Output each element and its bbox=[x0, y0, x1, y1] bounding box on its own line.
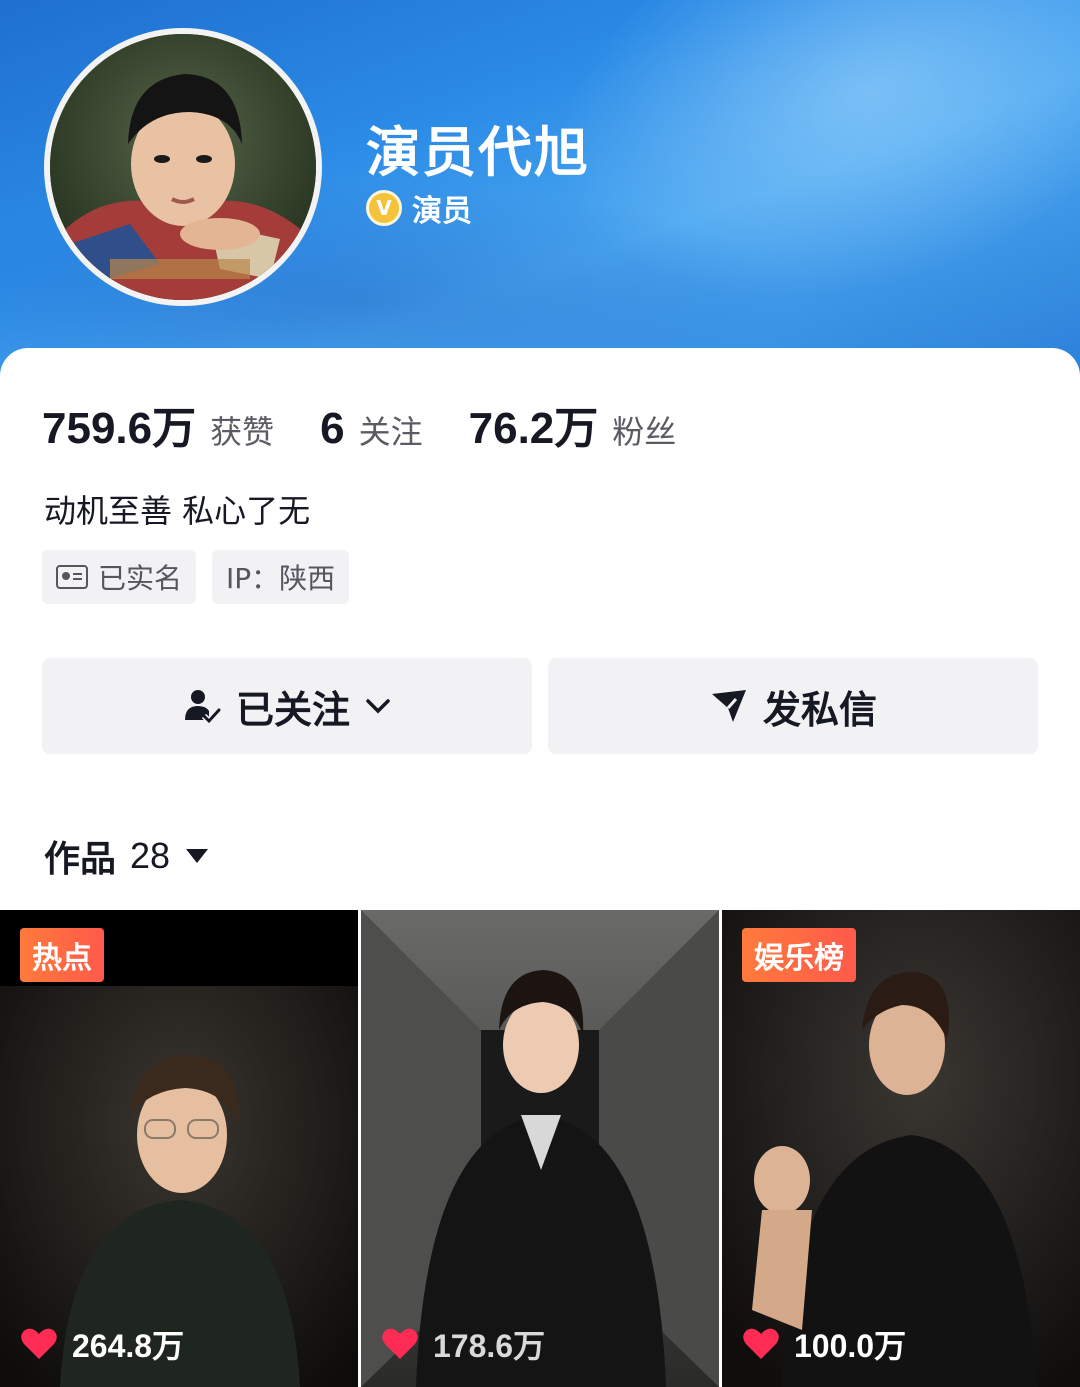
likes-label: 获赞 bbox=[210, 413, 275, 451]
video-thumbnail[interactable]: 178.6万 bbox=[361, 910, 719, 1387]
likes-count: 759.6万 bbox=[42, 404, 197, 453]
video-thumbnail[interactable]: 娱乐榜 100.0万 bbox=[722, 910, 1080, 1387]
likes-count: 100.0万 bbox=[794, 1328, 907, 1364]
likes-count: 178.6万 bbox=[433, 1328, 546, 1364]
works-label: 作品 bbox=[44, 839, 117, 880]
heart-icon bbox=[382, 1328, 418, 1359]
avatar-image bbox=[50, 34, 316, 300]
message-button[interactable]: 发私信 bbox=[548, 658, 1038, 754]
chevron-down-icon bbox=[364, 696, 392, 716]
followers-count[interactable]: 76.2万 bbox=[469, 392, 599, 456]
profile-actions: 已关注 发私信 bbox=[42, 658, 1038, 754]
real-name-tag: 已实名 bbox=[42, 550, 197, 604]
video-thumbnail[interactable]: 热点 264.8万 bbox=[0, 910, 358, 1387]
profile-bio: 动机至善 私心了无 bbox=[44, 492, 311, 530]
message-label: 发私信 bbox=[762, 687, 877, 732]
avatar[interactable] bbox=[44, 28, 322, 306]
verification: V 演员 bbox=[366, 186, 472, 230]
verify-label: 演员 bbox=[412, 194, 472, 229]
caret-down-icon bbox=[186, 849, 209, 863]
follow-label: 已关注 bbox=[235, 687, 350, 732]
likes-count: 264.8万 bbox=[72, 1328, 185, 1364]
thumbnail-image bbox=[361, 910, 719, 1387]
real-name-label: 已实名 bbox=[98, 562, 183, 595]
profile-page: 演员代旭 V 演员 759.6万 获赞 6 关注 76.2万 粉丝 动机至善 私… bbox=[0, 0, 1080, 1387]
profile-tags: 已实名 IP：陕西 bbox=[42, 550, 365, 604]
user-check-icon bbox=[182, 686, 222, 726]
followers-label[interactable]: 粉丝 bbox=[612, 407, 676, 453]
hot-badge: 热点 bbox=[20, 928, 104, 982]
heart-icon bbox=[21, 1328, 57, 1359]
video-likes: 264.8万 bbox=[20, 1321, 184, 1367]
profile-name: 演员代旭 bbox=[366, 121, 590, 184]
ip-label: IP：陕西 bbox=[226, 562, 336, 595]
verified-badge-icon: V bbox=[366, 190, 402, 226]
id-card-icon bbox=[56, 565, 88, 589]
send-icon bbox=[709, 686, 749, 726]
following-label[interactable]: 关注 bbox=[359, 407, 423, 453]
video-grid: 热点 264.8万 178.6万 娱乐榜 100.0万 bbox=[0, 910, 1080, 1387]
following-count[interactable]: 6 bbox=[320, 404, 344, 454]
profile-stats: 759.6万 获赞 6 关注 76.2万 粉丝 bbox=[42, 392, 722, 456]
video-likes: 100.0万 bbox=[742, 1321, 906, 1367]
entertainment-rank-badge: 娱乐榜 bbox=[742, 928, 856, 982]
follow-button[interactable]: 已关注 bbox=[42, 658, 532, 754]
works-count: 28 bbox=[130, 835, 171, 876]
ip-tag: IP：陕西 bbox=[212, 550, 350, 604]
works-tab[interactable]: 作品 28 bbox=[44, 830, 209, 882]
video-likes: 178.6万 bbox=[381, 1321, 545, 1367]
heart-icon bbox=[743, 1328, 779, 1359]
